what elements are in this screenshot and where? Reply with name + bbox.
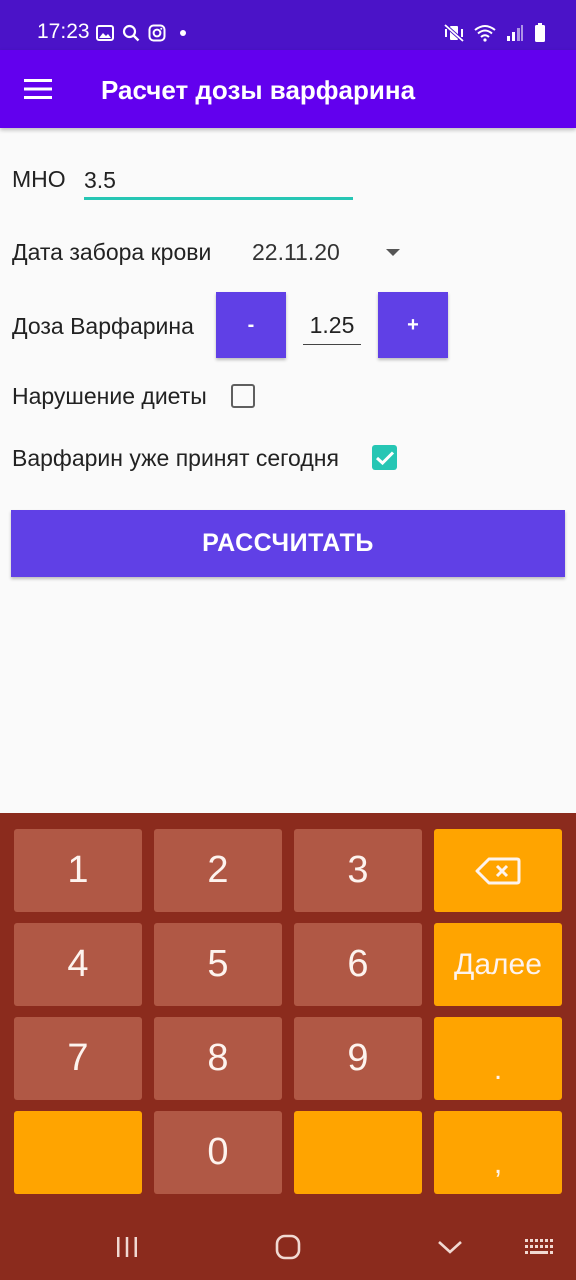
warfarin-taken-label: Варфарин уже принят сегодня bbox=[12, 445, 339, 471]
status-right-icons bbox=[444, 22, 546, 44]
warfarin-taken-checkbox[interactable] bbox=[372, 445, 397, 470]
key-1[interactable]: 1 bbox=[14, 829, 142, 912]
dose-decrease-button[interactable]: - bbox=[216, 292, 286, 358]
back-button[interactable] bbox=[420, 1231, 480, 1263]
backspace-icon bbox=[475, 857, 521, 884]
keyboard-switch-button[interactable] bbox=[509, 1231, 569, 1263]
backspace-key[interactable] bbox=[434, 829, 562, 912]
mute-vibrate-icon bbox=[444, 24, 464, 42]
keyboard-icon bbox=[525, 1239, 553, 1254]
app-title: Расчет дозы варфарина bbox=[101, 75, 416, 105]
app-bar: Расчет дозы варфарина bbox=[0, 50, 576, 128]
dot-icon bbox=[180, 30, 186, 36]
comma-key[interactable]: , bbox=[434, 1111, 562, 1194]
blood-date-dropdown[interactable]: 22.11.20 bbox=[252, 238, 340, 266]
status-bar: 17:23 bbox=[0, 0, 576, 50]
key-7[interactable]: 7 bbox=[14, 1017, 142, 1100]
dose-value: 1.25 bbox=[303, 311, 361, 345]
hamburger-menu-icon bbox=[24, 79, 52, 99]
dropdown-arrow-icon[interactable] bbox=[384, 245, 402, 259]
key-5[interactable]: 5 bbox=[154, 923, 282, 1006]
chevron-down-icon bbox=[438, 1241, 462, 1254]
next-key[interactable]: Далее bbox=[434, 923, 562, 1006]
key-0[interactable]: 0 bbox=[154, 1111, 282, 1194]
image-icon bbox=[96, 25, 114, 41]
battery-icon bbox=[535, 23, 545, 42]
home-icon bbox=[275, 1234, 301, 1260]
recent-apps-icon bbox=[117, 1237, 137, 1257]
dose-label: Доза Варфарина bbox=[12, 313, 194, 339]
key-6[interactable]: 6 bbox=[294, 923, 422, 1006]
status-time: 17:23 bbox=[37, 20, 90, 43]
diet-violation-checkbox[interactable] bbox=[231, 384, 255, 408]
checkmark-icon bbox=[375, 450, 394, 465]
key-8[interactable]: 8 bbox=[154, 1017, 282, 1100]
blood-date-label: Дата забора крови bbox=[12, 239, 212, 265]
wifi-icon bbox=[474, 25, 496, 42]
navigation-bar bbox=[0, 1215, 576, 1280]
key-9[interactable]: 9 bbox=[294, 1017, 422, 1100]
key-3[interactable]: 3 bbox=[294, 829, 422, 912]
inr-input[interactable] bbox=[84, 160, 353, 200]
dot-key[interactable]: . bbox=[434, 1017, 562, 1100]
status-left-icons bbox=[96, 22, 188, 44]
empty-key-left[interactable] bbox=[14, 1111, 142, 1194]
signal-icon bbox=[507, 25, 523, 41]
menu-button[interactable] bbox=[16, 67, 60, 111]
instagram-icon bbox=[148, 24, 166, 42]
diet-violation-label: Нарушение диеты bbox=[12, 383, 207, 409]
recent-apps-button[interactable] bbox=[97, 1231, 157, 1263]
key-2[interactable]: 2 bbox=[154, 829, 282, 912]
search-icon bbox=[122, 24, 140, 42]
calculate-button[interactable]: РАССЧИТАТЬ bbox=[11, 510, 565, 577]
home-button[interactable] bbox=[258, 1231, 318, 1263]
empty-key-right[interactable] bbox=[294, 1111, 422, 1194]
key-4[interactable]: 4 bbox=[14, 923, 142, 1006]
dose-increase-button[interactable]: + bbox=[378, 292, 448, 358]
inr-label: МНО bbox=[12, 166, 66, 192]
numeric-keyboard: 1 2 3 4 5 6 Далее 7 8 9 . 0 , bbox=[0, 813, 576, 1215]
